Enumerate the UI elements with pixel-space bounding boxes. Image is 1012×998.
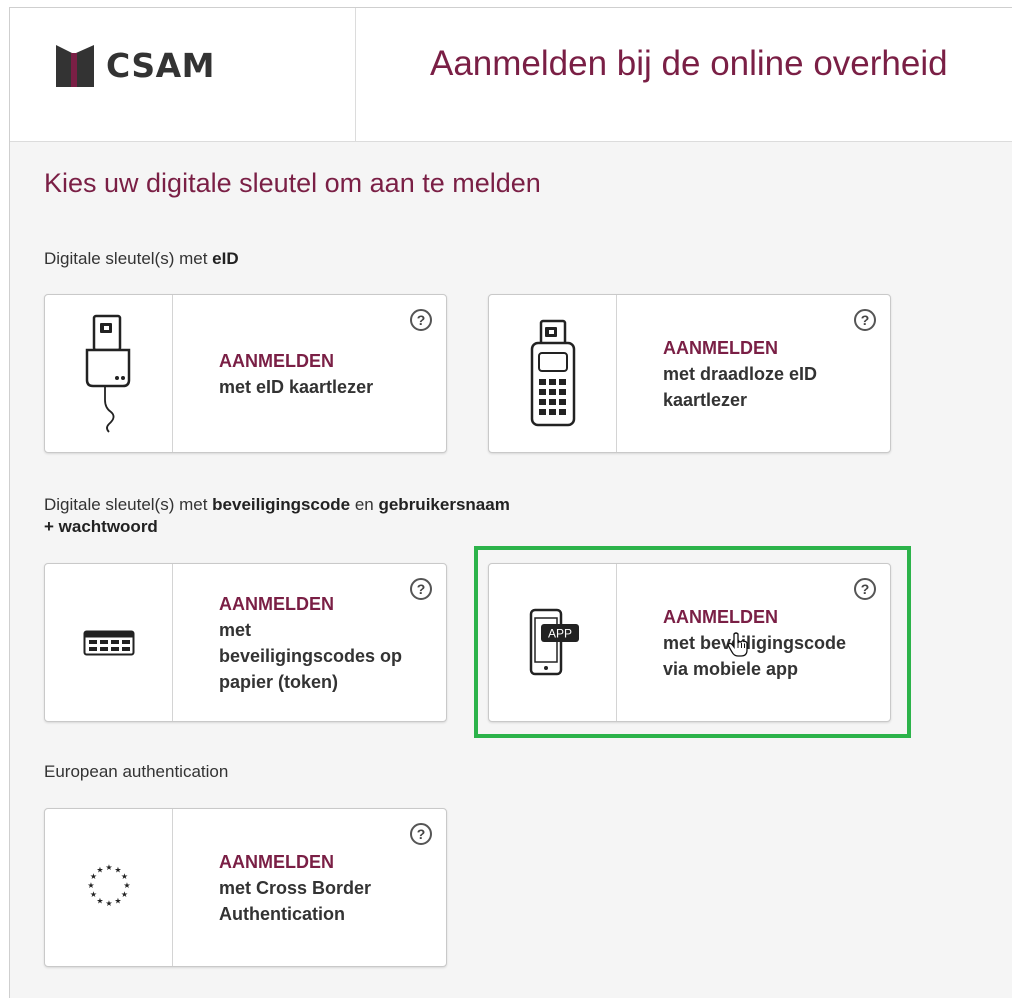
eu-stars-icon: ★ ★ ★ ★ ★ ★ ★ ★ ★ ★ ★ ★ — [87, 863, 130, 908]
section-label-code: Digitale sleutel(s) met beveiligingscode… — [44, 495, 510, 536]
card-description: met eID kaartlezer — [219, 376, 374, 397]
svg-text:★: ★ — [120, 872, 127, 881]
help-icon[interactable]: ? — [410, 823, 432, 845]
card-description: met Cross Border Authentication — [219, 877, 372, 924]
svg-text:★: ★ — [96, 865, 103, 874]
option-wireless-eid-reader[interactable]: AANMELDEN met draadloze eID kaartlezer ? — [488, 294, 891, 453]
icon-cell — [45, 564, 173, 721]
help-icon[interactable]: ? — [410, 578, 432, 600]
icon-cell — [489, 295, 617, 452]
card-text: AANMELDEN met Cross Border Authenticatio… — [219, 809, 406, 966]
option-token[interactable]: AANMELDEN met beveiligingscodes op papie… — [44, 563, 447, 722]
section-label-european: European authentication — [44, 762, 229, 781]
csam-logo-icon — [56, 45, 94, 87]
svg-text:★: ★ — [87, 881, 94, 890]
icon-cell: ★ ★ ★ ★ ★ ★ ★ ★ ★ ★ ★ ★ — [45, 809, 173, 966]
card-text: AANMELDEN met draadloze eID kaartlezer — [663, 295, 850, 452]
card-reader-icon — [85, 314, 130, 433]
help-icon[interactable]: ? — [410, 309, 432, 331]
option-cross-border[interactable]: ★ ★ ★ ★ ★ ★ ★ ★ ★ ★ ★ ★ AANMELDEN met Cr… — [44, 808, 447, 967]
token-card-icon — [83, 630, 134, 655]
header: CSAM Aanmelden bij de online overheid — [10, 8, 1012, 142]
section-label-eid: Digitale sleutel(s) met eID — [44, 249, 239, 268]
card-cta: AANMELDEN — [219, 593, 334, 614]
page-frame: CSAM Aanmelden bij de online overheid Ki… — [9, 7, 1012, 998]
card-description: met draadloze eID kaartlezer — [663, 363, 818, 410]
wireless-reader-icon — [530, 319, 575, 426]
logo-area: CSAM — [10, 8, 356, 141]
highlight-frame — [474, 546, 911, 738]
svg-text:★: ★ — [105, 899, 112, 908]
svg-text:★: ★ — [120, 890, 127, 899]
card-cta: AANMELDEN — [219, 350, 334, 371]
svg-text:★: ★ — [123, 881, 130, 890]
svg-text:★: ★ — [114, 896, 121, 905]
option-eid-card-reader[interactable]: AANMELDEN met eID kaartlezer ? — [44, 294, 447, 453]
logo-text: CSAM — [106, 46, 215, 85]
card-cta: AANMELDEN — [219, 851, 334, 872]
card-cta: AANMELDEN — [663, 337, 778, 358]
page-header-title: Aanmelden bij de online overheid — [430, 44, 948, 83]
card-text: AANMELDEN met beveiligingscodes op papie… — [219, 564, 406, 721]
card-text: AANMELDEN met eID kaartlezer — [219, 295, 406, 452]
page-title: Kies uw digitale sleutel om aan te melde… — [44, 168, 541, 198]
svg-text:★: ★ — [96, 896, 103, 905]
svg-text:★: ★ — [105, 863, 112, 872]
icon-cell — [45, 295, 173, 452]
svg-text:★: ★ — [89, 890, 96, 899]
card-description: met beveiligingscodes op papier (token) — [219, 619, 403, 692]
help-icon[interactable]: ? — [854, 309, 876, 331]
